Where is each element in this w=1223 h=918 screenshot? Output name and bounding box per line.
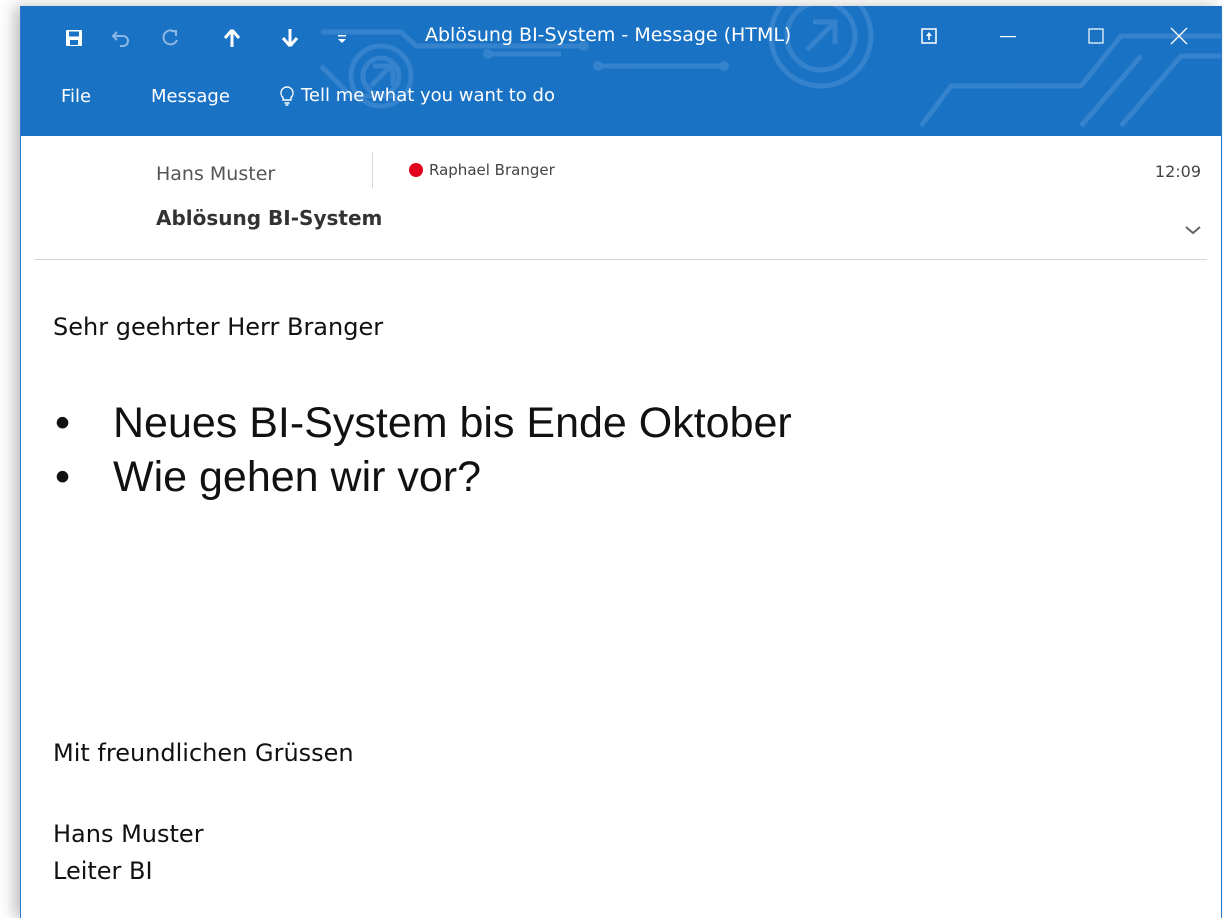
signature-name: Hans Muster xyxy=(53,820,204,848)
tab-message[interactable]: Message xyxy=(151,86,230,107)
previous-item-button[interactable] xyxy=(217,20,247,56)
lightbulb-icon xyxy=(280,85,294,106)
recipient[interactable]: Raphael Branger xyxy=(409,161,555,179)
redo-button[interactable] xyxy=(156,20,186,56)
ribbon-display-options-icon xyxy=(921,28,937,44)
maximize-icon xyxy=(1088,28,1104,44)
recipient-name: Raphael Branger xyxy=(429,161,555,179)
save-icon xyxy=(66,30,82,46)
chevron-down-icon[interactable] xyxy=(1183,222,1203,238)
header-separator xyxy=(35,259,1207,260)
previous-item-icon xyxy=(223,29,241,47)
presence-status-icon xyxy=(409,163,423,177)
redo-icon xyxy=(162,29,178,46)
closing: Mit freundlichen Grüssen xyxy=(53,739,354,767)
greeting: Sehr geehrter Herr Branger xyxy=(53,313,384,341)
next-item-icon xyxy=(281,29,299,47)
sent-time: 12:09 xyxy=(1154,162,1201,181)
title-bar: Ablösung BI-System - Message (HTML) File… xyxy=(21,6,1221,136)
close-icon xyxy=(1170,27,1188,45)
message-window: Ablösung BI-System - Message (HTML) File… xyxy=(20,6,1222,918)
ribbon-display-options-button[interactable] xyxy=(904,16,954,56)
bullet-list: Neues BI-System bis Ende Oktober Wie geh… xyxy=(51,396,792,504)
maximize-button[interactable] xyxy=(1071,16,1121,56)
customize-qat-icon xyxy=(338,35,346,43)
message-header: Hans Muster Raphael Branger 12:09 Ablösu… xyxy=(21,136,1221,261)
tab-file[interactable]: File xyxy=(61,86,91,107)
list-item: Neues BI-System bis Ende Oktober xyxy=(51,396,792,450)
save-button[interactable] xyxy=(59,20,89,56)
customize-qat-button[interactable] xyxy=(327,20,357,56)
next-item-button[interactable] xyxy=(275,20,305,56)
undo-icon xyxy=(111,31,129,47)
message-subject: Ablösung BI-System xyxy=(156,206,383,230)
minimize-button[interactable] xyxy=(983,16,1033,56)
signature-title: Leiter BI xyxy=(53,857,153,885)
minimize-icon xyxy=(1000,36,1016,38)
close-button[interactable] xyxy=(1154,16,1204,56)
list-item: Wie gehen wir vor? xyxy=(51,450,792,504)
tell-me-box[interactable]: Tell me what you want to do xyxy=(279,85,555,106)
menu-bar: File Message Tell me what you want to do xyxy=(21,76,1221,116)
window-title: Ablösung BI-System - Message (HTML) xyxy=(425,24,792,46)
tell-me-label: Tell me what you want to do xyxy=(301,85,555,106)
sender-name[interactable]: Hans Muster xyxy=(156,163,275,185)
undo-button[interactable] xyxy=(106,20,136,56)
header-divider xyxy=(372,152,373,188)
